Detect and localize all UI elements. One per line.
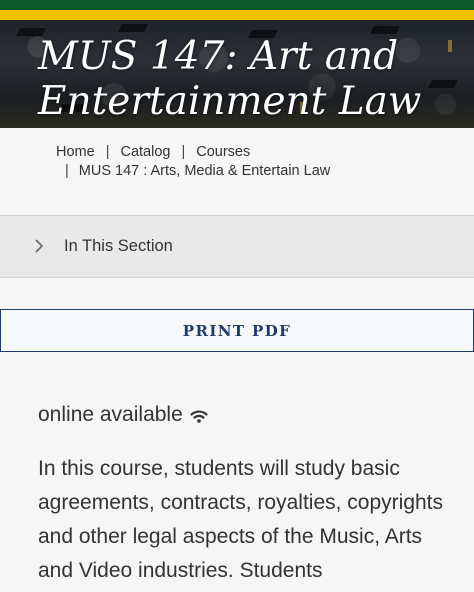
breadcrumb-home-link[interactable]: Home [56, 144, 95, 160]
breadcrumb-separator: | [181, 144, 186, 160]
print-pdf-button[interactable]: PRINT PDF [0, 309, 474, 352]
wifi-icon [190, 410, 208, 423]
graduation-cap-decoration [118, 24, 148, 32]
breadcrumb-catalog-link[interactable]: Catalog [120, 144, 170, 160]
hero-banner: MUS 147: Art and Entertainment Law [0, 20, 474, 128]
breadcrumb-separator: | [105, 144, 110, 160]
breadcrumb: Home | Catalog | Courses | MUS 147 : Arts, Me… [56, 143, 456, 181]
page-title: MUS 147: Art and Entertainment Law [38, 34, 422, 124]
brand-stripe-gold [0, 10, 474, 20]
breadcrumb-current-page: MUS 147 : Arts, Media & Entertain Law [78, 163, 331, 179]
in-this-section-toggle[interactable]: In This Section [0, 215, 474, 278]
brand-stripe-green [0, 0, 474, 10]
chevron-right-icon [35, 239, 44, 253]
course-description: In this course, students will study basi… [38, 457, 444, 582]
breadcrumb-courses-link[interactable]: Courses [196, 144, 250, 160]
breadcrumb-separator: | [65, 163, 69, 179]
online-availability: online available [38, 403, 209, 427]
section-toggle-label: In This Section [64, 237, 173, 255]
availability-text: online available [38, 403, 183, 426]
graduation-cap-decoration [370, 26, 400, 34]
